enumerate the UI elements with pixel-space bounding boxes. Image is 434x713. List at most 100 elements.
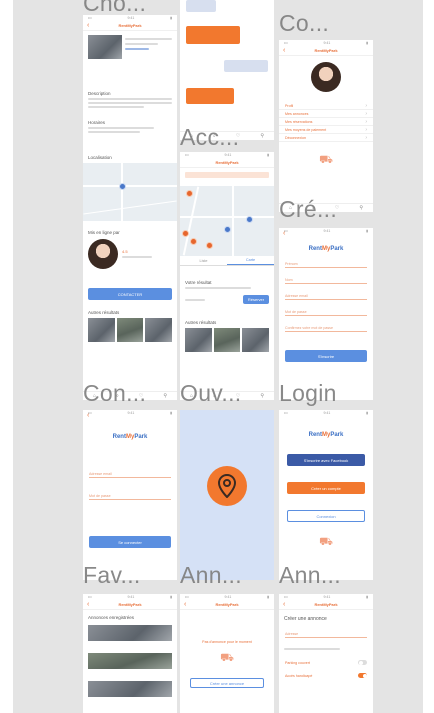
screen-profile[interactable]: ••• 9:41 ▮ ‹ RentMyPark Profil › Mes annonce…	[279, 40, 373, 212]
profile-row[interactable]: Mes moyens de paiement ›	[279, 126, 373, 134]
covered-toggle[interactable]	[358, 660, 367, 665]
back-icon[interactable]: ‹	[283, 230, 285, 237]
favorite-card[interactable]	[88, 681, 172, 697]
confirm-password-field[interactable]: Confirmez votre mot de passe	[285, 324, 367, 332]
car-icon: ⛟	[319, 536, 333, 548]
screen-map-search[interactable]: ••• 9:41 ▮ RentMyPark Liste Carte Votre ré…	[180, 152, 274, 400]
favorite-card[interactable]	[88, 653, 172, 669]
back-icon[interactable]: ‹	[283, 601, 285, 608]
map-pin-icon[interactable]	[119, 183, 126, 190]
screen-label-con: Con...	[83, 380, 147, 406]
screen-login-choice[interactable]: ••• 9:41 ▮ RentMyPark S'inscrire avec Face…	[279, 410, 373, 580]
top-bar-title: RentMyPark	[118, 23, 142, 28]
password-field[interactable]: Mot de passe	[89, 492, 171, 500]
location-map[interactable]	[83, 163, 177, 221]
user-icon[interactable]: ⚲	[260, 393, 264, 399]
option-row: Accès handicapé	[279, 665, 373, 678]
screen-spot-detail[interactable]: ••• 9:41 ▮ ‹ RentMyPark Description Horaire…	[83, 15, 177, 400]
search-field[interactable]	[185, 172, 269, 178]
first-name-field[interactable]: Prénom	[285, 260, 367, 268]
chevron-right-icon: ›	[365, 102, 367, 109]
user-icon[interactable]: ⚲	[260, 133, 264, 139]
last-name-field[interactable]: Nom	[285, 276, 367, 284]
status-bar: ••• 9:41 ▮	[284, 411, 368, 415]
top-bar-title: RentMyPark	[118, 602, 142, 607]
email-field[interactable]: Adresse email	[89, 470, 171, 478]
back-icon[interactable]: ‹	[87, 601, 89, 608]
favorite-card[interactable]	[88, 625, 172, 641]
accessible-toggle[interactable]	[358, 673, 367, 678]
search-map[interactable]	[180, 186, 274, 256]
map-pin-icon[interactable]	[246, 216, 253, 223]
favorites-heading: Annonces enregistrées	[88, 615, 135, 620]
profile-row[interactable]: Profil ›	[279, 102, 373, 110]
book-button[interactable]: Réserver	[243, 295, 269, 304]
map-pin-icon[interactable]	[186, 190, 193, 197]
map-pin-icon[interactable]	[206, 242, 213, 249]
screen-messages[interactable]: ⌂ ⌕ ♡ ⚲	[180, 0, 274, 140]
screen-opening[interactable]	[180, 410, 274, 580]
map-pin-icon[interactable]	[224, 226, 231, 233]
create-ad-button[interactable]: Créer une annonce	[190, 678, 264, 688]
sign-up-button[interactable]: S'inscrire	[285, 350, 367, 362]
connect-button[interactable]: Connexion	[287, 510, 365, 522]
screen-label-acc: Acc...	[180, 124, 240, 150]
option-accessible-label: Accès handicapé	[285, 673, 313, 678]
profile-row[interactable]: Mes réservations ›	[279, 118, 373, 126]
car-icon: ⛟	[319, 154, 333, 166]
new-ad-heading: Créer une annonce	[284, 616, 327, 622]
user-icon[interactable]: ⚲	[163, 393, 167, 399]
result-title: Votre résultat	[185, 280, 212, 285]
tab-list[interactable]: Liste	[180, 256, 227, 265]
host-avatar	[88, 239, 118, 269]
back-icon[interactable]: ‹	[87, 412, 89, 419]
email-field[interactable]: Adresse email	[285, 292, 367, 300]
option-covered-label: Parking couvert	[285, 660, 310, 665]
tab-map[interactable]: Carte	[227, 256, 274, 265]
profile-row[interactable]: Déconnexion ›	[279, 134, 373, 142]
screen-label-ann-1: Ann...	[180, 562, 242, 588]
screen-new-ad[interactable]: ••• 9:41 ▮ ‹ RentMyPark Créer une annonce A…	[279, 594, 373, 713]
screen-label-login: Login	[279, 380, 337, 406]
map-pin-icon[interactable]	[190, 238, 197, 245]
top-bar: ‹ RentMyPark	[83, 21, 177, 31]
result-thumb[interactable]	[185, 328, 212, 352]
user-icon[interactable]: ⚲	[359, 205, 363, 211]
result-thumb[interactable]	[145, 318, 173, 342]
profile-row[interactable]: Mes annonces ›	[279, 110, 373, 118]
back-icon[interactable]: ‹	[283, 47, 285, 54]
create-account-button[interactable]: Créer un compte	[287, 482, 365, 494]
chevron-right-icon: ›	[365, 126, 367, 133]
result-thumb[interactable]	[88, 318, 115, 342]
login-button[interactable]: Se connecter	[89, 536, 171, 548]
screen-label-ouv: Ouv...	[180, 380, 242, 406]
screen-label-cho: Cho...	[83, 0, 147, 16]
result-thumb[interactable]	[116, 318, 144, 342]
profile-avatar[interactable]	[311, 62, 341, 92]
other-results-list	[180, 325, 274, 355]
contact-button[interactable]: CONTACTER	[88, 288, 172, 300]
top-bar-title: RentMyPark	[215, 602, 239, 607]
top-bar-title: RentMyPark	[314, 48, 338, 53]
back-icon[interactable]: ‹	[87, 22, 89, 29]
hours-title: Horaires	[88, 120, 106, 125]
location-title: Localisation	[88, 155, 112, 160]
screen-favorites[interactable]: ••• 9:41 ▮ ‹ RentMyPark Annonces enregistré…	[83, 594, 177, 713]
password-field[interactable]: Mot de passe	[285, 308, 367, 316]
result-thumb[interactable]	[242, 328, 270, 352]
address-field[interactable]: Adresse	[285, 630, 367, 638]
back-icon[interactable]: ‹	[184, 601, 186, 608]
option-row: Parking couvert	[279, 652, 373, 665]
result-thumb[interactable]	[213, 328, 241, 352]
screen-label-cre: Cré...	[279, 196, 338, 222]
empty-message: Pas d'annonce pour le moment	[202, 640, 252, 644]
top-bar: ‹ RentMyPark	[83, 600, 177, 610]
screen-empty-ads[interactable]: ••• 9:41 ▮ ‹ RentMyPark Pas d'annonce pour …	[180, 594, 274, 713]
map-pin-icon[interactable]	[182, 230, 189, 237]
chevron-right-icon: ›	[365, 118, 367, 125]
screen-login-form[interactable]: ••• 9:41 ▮ ‹ RentMyPark Adresse email Mot …	[83, 410, 177, 580]
screen-sign-up[interactable]: ••• 9:41 ▮ ‹ RentMyPark Prénom Nom Adresse…	[279, 228, 373, 400]
chevron-right-icon: ›	[365, 134, 367, 141]
facebook-button[interactable]: S'inscrire avec Facebook	[287, 454, 365, 466]
view-tabs: Liste Carte	[180, 256, 274, 266]
